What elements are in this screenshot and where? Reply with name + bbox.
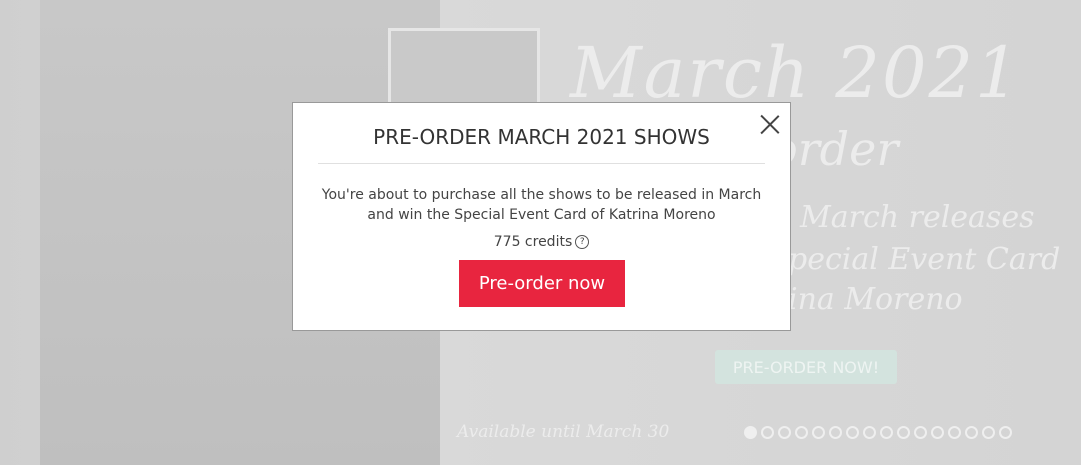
carousel-dot[interactable] (931, 426, 944, 439)
modal-title: PRE-ORDER MARCH 2021 SHOWS (373, 125, 710, 149)
carousel-dot[interactable] (880, 426, 893, 439)
carousel-dot[interactable] (982, 426, 995, 439)
close-icon[interactable] (759, 113, 781, 135)
banner-line-1: March releases (800, 200, 1035, 235)
carousel-dot[interactable] (999, 426, 1012, 439)
banner-preorder-button[interactable]: PRE-ORDER NOW! (715, 350, 897, 384)
carousel-dot[interactable] (863, 426, 876, 439)
banner-line-2: pecial Event Card (788, 242, 1061, 277)
carousel-dot[interactable] (846, 426, 859, 439)
carousel-dot[interactable] (914, 426, 927, 439)
banner-availability: Available until March 30 (457, 422, 670, 442)
modal-description: You're about to purchase all the shows t… (321, 187, 762, 223)
carousel-dot[interactable] (744, 426, 757, 439)
carousel-dot[interactable] (812, 426, 825, 439)
carousel-dot[interactable] (795, 426, 808, 439)
carousel-dot[interactable] (948, 426, 961, 439)
banner-line-3: ina Moreno (788, 282, 963, 317)
preorder-now-button[interactable]: Pre-order now (459, 260, 625, 307)
credits-label: 775 credits (493, 234, 573, 250)
carousel-dot[interactable] (778, 426, 791, 439)
carousel-dot[interactable] (897, 426, 910, 439)
credits-price: 775 credits? (293, 234, 790, 250)
carousel-dot[interactable] (829, 426, 842, 439)
modal-divider (318, 163, 765, 164)
carousel-dots (744, 426, 1012, 439)
carousel-dot[interactable] (761, 426, 774, 439)
help-icon[interactable]: ? (575, 235, 590, 249)
preorder-modal: PRE-ORDER MARCH 2021 SHOWS You're about … (292, 102, 791, 331)
carousel-dot[interactable] (965, 426, 978, 439)
